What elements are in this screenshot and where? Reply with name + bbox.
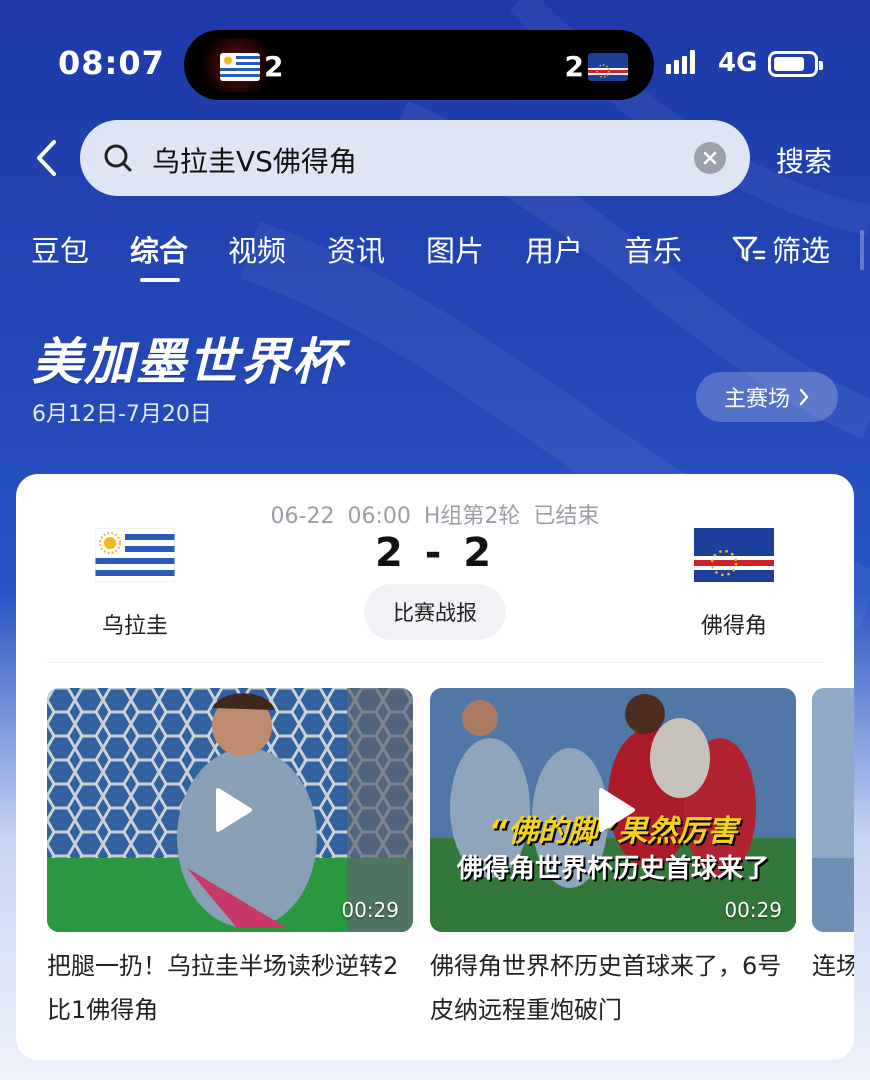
island-home: 2 [220, 50, 283, 83]
video-thumbnail[interactable]: “佛的脚”果然厉害 佛得角世界杯历史首球来了 00:29 [430, 688, 796, 932]
card-divider [46, 662, 824, 663]
tab-users[interactable]: 用户 [525, 228, 583, 270]
tab-video[interactable]: 视频 [228, 228, 286, 270]
tab-doubao[interactable]: 豆包 [31, 228, 89, 270]
match-meta: 06-22 06:00 H组第2轮 已结束 [16, 498, 854, 530]
video-thumbnail[interactable]: 00:29 [47, 688, 413, 932]
cape-verde-flag-icon [694, 528, 774, 582]
live-score-island[interactable]: 2 2 [184, 30, 654, 100]
video-duration: 00:29 [724, 898, 782, 922]
away-team[interactable]: 佛得角 [674, 528, 794, 640]
video-duration: 00:29 [341, 898, 399, 922]
back-button[interactable] [28, 136, 64, 180]
match-datetime: 06-22 06:00 [270, 504, 411, 529]
video-overlay-subtitle: 佛得角世界杯历史首球来了 [456, 854, 769, 884]
event-dates: 6月12日-7月20日 [32, 402, 212, 427]
island-away: 2 [565, 50, 628, 83]
uruguay-flag-icon [220, 52, 260, 81]
filter-icon [732, 236, 766, 262]
match-card: 06-22 06:00 H组第2轮 已结束 乌拉圭 2 - 2 比赛战报 佛得角… [16, 474, 854, 1060]
video-item-partial[interactable]: 连场补射 [812, 688, 854, 988]
chevron-left-icon [37, 140, 56, 176]
status-time: 08:07 [58, 44, 165, 82]
video-title[interactable]: 连场补射 [812, 944, 854, 988]
search-input[interactable]: 乌拉圭VS佛得角 [80, 120, 750, 196]
video-title[interactable]: 把腿一扔！乌拉圭半场读秒逆转2比1佛得角 [47, 944, 413, 1032]
video-item[interactable]: 00:29 把腿一扔！乌拉圭半场读秒逆转2比1佛得角 [47, 688, 413, 1032]
filter-button[interactable]: 筛选 [732, 228, 830, 270]
video-item[interactable]: “佛的脚”果然厉害 佛得角世界杯历史首球来了 00:29 佛得角世界杯历史首球来… [430, 688, 796, 1032]
chevron-right-icon [799, 388, 809, 406]
search-button[interactable]: 搜索 [776, 140, 832, 180]
play-icon[interactable] [198, 778, 262, 842]
tab-news[interactable]: 资讯 [327, 228, 385, 270]
tab-all[interactable]: 综合 [130, 228, 188, 270]
match-report-button[interactable]: 比赛战报 [364, 584, 506, 640]
tab-scroll-indicator [860, 230, 864, 270]
filter-label: 筛选 [772, 234, 831, 268]
home-team-name: 乌拉圭 [101, 614, 168, 639]
network-type: 4G [718, 48, 758, 78]
video-thumbnail[interactable] [812, 688, 854, 932]
tab-images[interactable]: 图片 [426, 228, 484, 270]
tab-bar: 豆包 综合 视频 资讯 图片 用户 音乐 筛选 [0, 228, 870, 288]
match-status: 已结束 [533, 504, 600, 529]
cape-verde-flag-icon [588, 52, 628, 81]
clear-icon[interactable] [694, 142, 726, 174]
event-title: 美加墨世界杯 [32, 333, 344, 391]
search-query: 乌拉圭VS佛得角 [152, 145, 357, 178]
status-bar: 08:07 2 2 4G [0, 0, 870, 120]
signal-icon [666, 50, 695, 74]
battery-icon [768, 51, 823, 77]
away-team-name: 佛得角 [700, 614, 767, 639]
island-away-score: 2 [564, 50, 584, 83]
search-icon [104, 144, 132, 172]
main-venue-label: 主赛场 [723, 387, 790, 412]
island-home-score: 2 [264, 50, 284, 83]
active-tab-indicator [140, 278, 180, 282]
play-icon[interactable] [581, 778, 645, 842]
main-venue-button[interactable]: 主赛场 [696, 372, 838, 422]
tab-music[interactable]: 音乐 [624, 228, 682, 270]
match-round: H组第2轮 [423, 504, 521, 529]
video-title[interactable]: 佛得角世界杯历史首球来了，6号皮纳远程重炮破门 [430, 944, 796, 1032]
video-thumbnail-image [812, 688, 854, 932]
